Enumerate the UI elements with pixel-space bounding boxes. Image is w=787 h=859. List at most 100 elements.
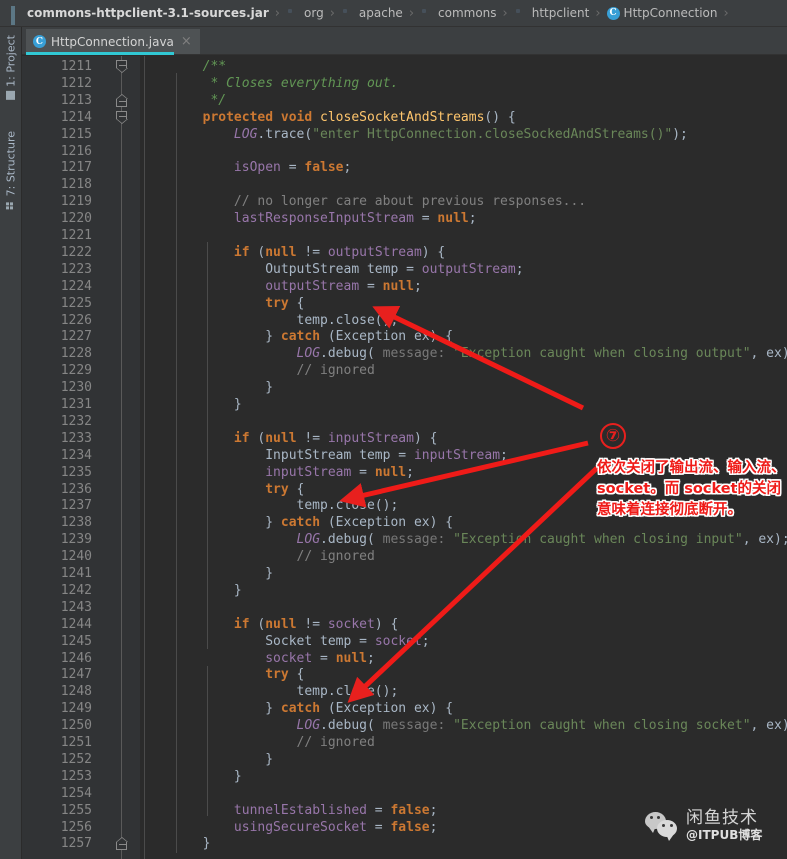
breadcrumb-item-httpconnection[interactable]: C HttpConnection — [604, 0, 721, 27]
code-line[interactable]: temp.close(); — [140, 684, 787, 701]
code-line[interactable]: temp.close(); — [140, 498, 787, 515]
code-line[interactable]: isOpen = false; — [140, 160, 787, 177]
token-plain: } — [140, 836, 211, 852]
code-line[interactable]: LOG.debug( message: "Exception caught wh… — [140, 346, 787, 363]
tab-httpconnection-java[interactable]: C HttpConnection.java × — [26, 29, 200, 54]
breadcrumb-item-httpclient[interactable]: httpclient — [511, 0, 593, 27]
token-fld: socket — [327, 616, 375, 632]
token-plain: temp.close(); — [140, 498, 399, 514]
code-line[interactable]: inputStream = null; — [140, 465, 787, 482]
code-line[interactable]: if (null != outputStream) { — [140, 245, 787, 262]
breadcrumb-item-label: commons-httpclient-3.1-sources.jar — [27, 6, 269, 20]
code-line[interactable]: } — [140, 380, 787, 397]
code-line[interactable] — [140, 177, 787, 194]
breadcrumb-item-apache[interactable]: apache — [338, 0, 406, 27]
fold-toggle-icon[interactable] — [116, 93, 128, 107]
code-line[interactable]: } — [140, 566, 787, 583]
code-line[interactable]: OutputStream temp = outputStream; — [140, 262, 787, 279]
token-plain: InputStream temp = — [140, 447, 414, 463]
code-line[interactable]: socket = null; — [140, 651, 787, 668]
fold-toggle-icon[interactable] — [116, 837, 128, 851]
code-line[interactable]: } catch (Exception ex) { — [140, 329, 787, 346]
code-line[interactable]: /** — [140, 59, 787, 76]
code-line[interactable]: // ignored — [140, 549, 787, 566]
code-content[interactable]: /** * Closes everything out. */ protecte… — [140, 56, 787, 859]
token-kw: try — [265, 481, 289, 497]
token-plain: = — [312, 650, 336, 666]
line-number: 1217 — [60, 160, 92, 176]
code-line[interactable]: Socket temp = socket; — [140, 634, 787, 651]
line-number: 1219 — [60, 194, 92, 210]
code-line[interactable]: if (null != inputStream) { — [140, 431, 787, 448]
code-line[interactable] — [140, 228, 787, 245]
token-hint: message: — [382, 346, 446, 362]
code-line[interactable]: } catch (Exception ex) { — [140, 515, 787, 532]
package-icon — [514, 6, 528, 20]
token-kw: null — [265, 616, 297, 632]
line-number: 1242 — [60, 582, 92, 598]
code-line[interactable]: * Closes everything out. — [140, 76, 787, 93]
code-line[interactable]: } — [140, 752, 787, 769]
code-line[interactable]: if (null != socket) { — [140, 617, 787, 634]
code-line[interactable] — [140, 786, 787, 803]
code-line[interactable]: // ignored — [140, 735, 787, 752]
jar-icon — [9, 6, 23, 25]
code-line[interactable]: } — [140, 583, 787, 600]
code-line[interactable]: outputStream = null; — [140, 279, 787, 296]
code-line[interactable]: try { — [140, 667, 787, 684]
token-plain: } — [140, 566, 274, 581]
sidebar-item-structure[interactable]: 7: Structure — [0, 127, 22, 213]
fold-toggle-icon[interactable] — [116, 60, 128, 73]
code-line[interactable]: lastResponseInputStream = null; — [140, 211, 787, 228]
code-line[interactable]: // ignored — [140, 363, 787, 380]
code-line[interactable]: temp.close(); — [140, 313, 787, 330]
breadcrumb-item-org[interactable]: org — [283, 0, 327, 27]
breadcrumb-separator: › — [329, 5, 335, 21]
code-line[interactable]: // no longer care about previous respons… — [140, 194, 787, 211]
sidebar-item-project[interactable]: 1: Project — [0, 31, 22, 104]
code-line[interactable]: protected void closeSocketAndStreams() { — [140, 110, 787, 127]
editor-gutter[interactable]: 1211 1212 1213 1214 1215 1216 1217 1218 1219 1220… — [22, 56, 140, 859]
code-line[interactable]: */ — [140, 93, 787, 110]
token-plain: ; — [500, 447, 508, 463]
token-plain: != — [296, 244, 328, 260]
code-line[interactable]: LOG.debug( message: "Exception caught wh… — [140, 718, 787, 735]
token-plain: .trace( — [257, 126, 313, 142]
code-line[interactable]: LOG.trace("enter HttpConnection.closeSoc… — [140, 127, 787, 144]
token-cmt: /** — [202, 59, 227, 74]
breadcrumb-item-label: HttpConnection — [623, 6, 718, 20]
breadcrumb-item-commons[interactable]: commons — [417, 0, 500, 27]
project-icon — [6, 90, 16, 100]
code-line[interactable]: InputStream temp = inputStream; — [140, 448, 787, 465]
code-line[interactable] — [140, 414, 787, 431]
code-line[interactable]: LOG.debug( message: "Exception caught wh… — [140, 532, 787, 549]
close-icon[interactable]: × — [179, 35, 192, 48]
token-kw: catch — [280, 329, 321, 345]
token-fld: inputStream — [265, 464, 352, 480]
line-number: 1229 — [60, 363, 92, 379]
code-line[interactable] — [140, 600, 787, 617]
code-line[interactable]: } — [140, 397, 787, 414]
code-line[interactable]: } — [140, 769, 787, 786]
fold-toggle-icon[interactable] — [116, 110, 128, 124]
breadcrumb-item-commons-httpclient-3-1-sources-jar[interactable]: commons-httpclient-3.1-sources.jar — [6, 0, 272, 27]
token-plain: } — [140, 751, 274, 767]
code-line[interactable] — [140, 144, 787, 161]
token-kw: null — [265, 430, 297, 446]
watermark-handle: @ITPUB博客 — [686, 828, 763, 842]
code-line[interactable]: try { — [140, 296, 787, 313]
token-plain: temp.close(); — [140, 312, 399, 328]
code-line[interactable]: try { — [140, 482, 787, 499]
line-number: 1212 — [60, 75, 92, 91]
code-editor[interactable]: 1211 1212 1213 1214 1215 1216 1217 1218 1219 1220… — [22, 56, 787, 859]
code-line[interactable]: } catch (Exception ex) { — [140, 701, 787, 718]
